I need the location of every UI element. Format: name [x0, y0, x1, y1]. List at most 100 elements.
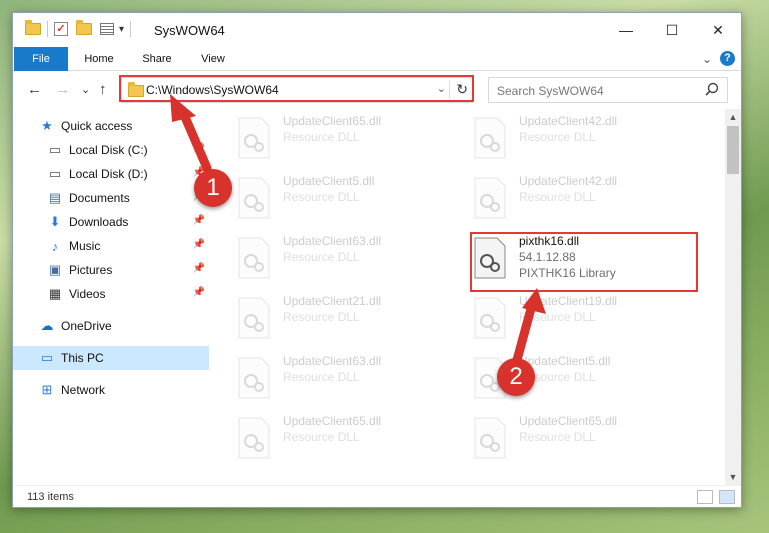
pin-icon[interactable]: 📌 — [193, 287, 205, 298]
file-type: Resource DLL — [283, 430, 360, 444]
recent-locations-button[interactable]: ⌄ — [81, 83, 90, 96]
toolbar-divider — [130, 21, 132, 37]
file-type: Resource DLL — [519, 430, 596, 444]
file-tile[interactable]: UpdateClient63.dll Resource DLL — [237, 233, 465, 283]
sidebar-item-network[interactable]: ⊞ Network — [13, 378, 209, 402]
cloud-icon: ☁ — [40, 318, 54, 333]
file-name: UpdateClient65.dll — [283, 114, 382, 128]
vertical-scrollbar[interactable]: ▲ ▼ — [725, 109, 741, 485]
pin-icon[interactable]: 📌 — [193, 239, 205, 250]
computer-icon: ▭ — [40, 350, 54, 365]
file-tile[interactable]: UpdateClient65.dll Resource DLL — [473, 413, 701, 463]
file-tile-pixthk16[interactable]: pixthk16.dll 54.1.12.88 PIXTHK16 Library — [473, 233, 701, 283]
file-name: UpdateClient42.dll — [519, 114, 618, 128]
scroll-thumb[interactable] — [727, 126, 739, 174]
maximize-button[interactable]: ☐ — [649, 13, 695, 47]
file-type: Resource DLL — [519, 190, 596, 204]
file-name: UpdateClient63.dll — [283, 234, 382, 248]
sidebar-item-quick-access[interactable]: ★ Quick access — [13, 114, 209, 138]
help-icon[interactable]: ? — [720, 51, 735, 66]
tab-home[interactable]: Home — [75, 47, 123, 71]
sidebar-item-label: Documents — [69, 191, 130, 205]
sidebar-item-this-pc[interactable]: ▭ This PC — [13, 346, 209, 370]
file-tile[interactable]: UpdateClient65.dll Resource DLL — [237, 413, 465, 463]
sidebar-item-local-disk-d[interactable]: ▭ Local Disk (D:) 📌 — [13, 162, 209, 186]
file-name: UpdateClient5.dll — [283, 174, 375, 188]
address-bar[interactable]: C:\Windows\SysWOW64 ⌄ ↻ — [121, 77, 473, 103]
properties-check-icon[interactable]: ✓ — [54, 22, 68, 36]
scroll-up-icon[interactable]: ▲ — [725, 109, 741, 125]
sidebar-item-onedrive[interactable]: ☁ OneDrive — [13, 314, 209, 338]
file-tile[interactable]: UpdateClient21.dll Resource DLL — [237, 293, 465, 343]
dll-file-icon — [238, 237, 270, 279]
file-name: UpdateClient5.dll — [519, 354, 611, 368]
refresh-button[interactable]: ↻ — [456, 81, 468, 98]
sidebar-item-label: Network — [61, 383, 106, 397]
sidebar-item-videos[interactable]: ▦ Videos 📌 — [13, 282, 209, 306]
pictures-icon: ▣ — [48, 262, 62, 277]
sidebar-item-documents[interactable]: ▤ Documents 📌 — [13, 186, 209, 210]
sidebar-item-local-disk-c[interactable]: ▭ Local Disk (C:) 📌 — [13, 138, 209, 162]
file-tile[interactable]: UpdateClient5.dll Resource DLL — [237, 173, 465, 223]
sidebar-item-pictures[interactable]: ▣ Pictures 📌 — [13, 258, 209, 282]
tab-view[interactable]: View — [191, 47, 235, 71]
callout-2: 2 — [497, 358, 535, 396]
window-title: SysWOW64 — [154, 23, 225, 38]
music-icon: ♪ — [51, 238, 59, 254]
tiles-view-icon[interactable] — [719, 490, 735, 504]
tab-file[interactable]: File — [14, 47, 68, 71]
quick-access-toolbar: ✓ ▾ — [25, 20, 137, 37]
toolbar-divider — [47, 21, 48, 37]
dll-file-icon — [474, 417, 506, 459]
expand-ribbon-icon[interactable]: ⌄ — [702, 52, 712, 66]
sidebar-item-music[interactable]: ♪ Music 📌 — [13, 234, 209, 258]
pin-icon[interactable]: 📌 — [193, 215, 205, 226]
dll-file-icon — [474, 117, 506, 159]
minimize-button[interactable]: — — [603, 13, 649, 47]
address-path[interactable]: C:\Windows\SysWOW64 — [146, 83, 279, 97]
explorer-window: ✓ ▾ SysWOW64 — ☐ ✕ File Home Share View … — [12, 12, 742, 508]
sidebar-item-label: OneDrive — [61, 319, 112, 333]
dll-file-icon — [474, 297, 506, 339]
pin-icon[interactable]: 📌 — [193, 263, 205, 274]
star-icon: ★ — [41, 118, 53, 133]
file-name: UpdateClient65.dll — [283, 414, 382, 428]
tab-share[interactable]: Share — [133, 47, 181, 71]
file-tile[interactable]: UpdateClient19.dll Resource DLL — [473, 293, 701, 343]
details-view-icon[interactable] — [697, 490, 713, 504]
file-name: pixthk16.dll — [519, 234, 580, 248]
file-name: UpdateClient19.dll — [519, 294, 618, 308]
close-button[interactable]: ✕ — [695, 13, 741, 47]
file-version: 54.1.12.88 — [519, 250, 576, 264]
file-type: Resource DLL — [283, 190, 360, 204]
file-type: Resource DLL — [283, 250, 360, 264]
address-dropdown-button[interactable]: ⌄ — [437, 82, 446, 95]
customize-toolbar-icon[interactable]: ▾ — [119, 24, 124, 35]
window-controls: — ☐ ✕ — [603, 13, 741, 47]
file-tile[interactable]: UpdateClient42.dll Resource DLL — [473, 173, 701, 223]
file-tile[interactable]: UpdateClient42.dll Resource DLL — [473, 113, 701, 163]
file-type: Resource DLL — [519, 130, 596, 144]
pin-icon[interactable]: 📌 — [193, 143, 205, 154]
forward-button[interactable]: → — [55, 81, 70, 98]
folder-icon — [25, 20, 41, 35]
file-tile[interactable]: UpdateClient63.dll Resource DLL — [237, 353, 465, 403]
scroll-down-icon[interactable]: ▼ — [725, 469, 741, 485]
back-button[interactable]: ← — [27, 81, 42, 98]
search-box[interactable]: Search SysWOW64 — [488, 77, 728, 103]
file-tile[interactable]: UpdateClient65.dll Resource DLL — [237, 113, 465, 163]
file-type: Resource DLL — [283, 310, 360, 324]
sidebar-item-label: Music — [69, 239, 101, 253]
properties-icon[interactable] — [100, 23, 114, 35]
dll-file-icon — [474, 177, 506, 219]
search-input[interactable]: Search SysWOW64 — [497, 84, 604, 98]
drive-icon: ▭ — [48, 142, 62, 157]
up-button[interactable]: ↑ — [99, 81, 107, 98]
dll-file-icon — [238, 357, 270, 399]
sidebar-item-downloads[interactable]: ⬇ Downloads 📌 — [13, 210, 209, 234]
item-count: 113 items — [27, 491, 74, 503]
sidebar-item-label: Local Disk (D:) — [69, 167, 148, 181]
new-folder-icon[interactable] — [76, 20, 92, 35]
navigation-pane: ★ Quick access ▭ Local Disk (C:) 📌 ▭ Loc… — [13, 109, 209, 485]
ribbon-tabs: File Home Share View ⌄ ? — [13, 47, 741, 71]
